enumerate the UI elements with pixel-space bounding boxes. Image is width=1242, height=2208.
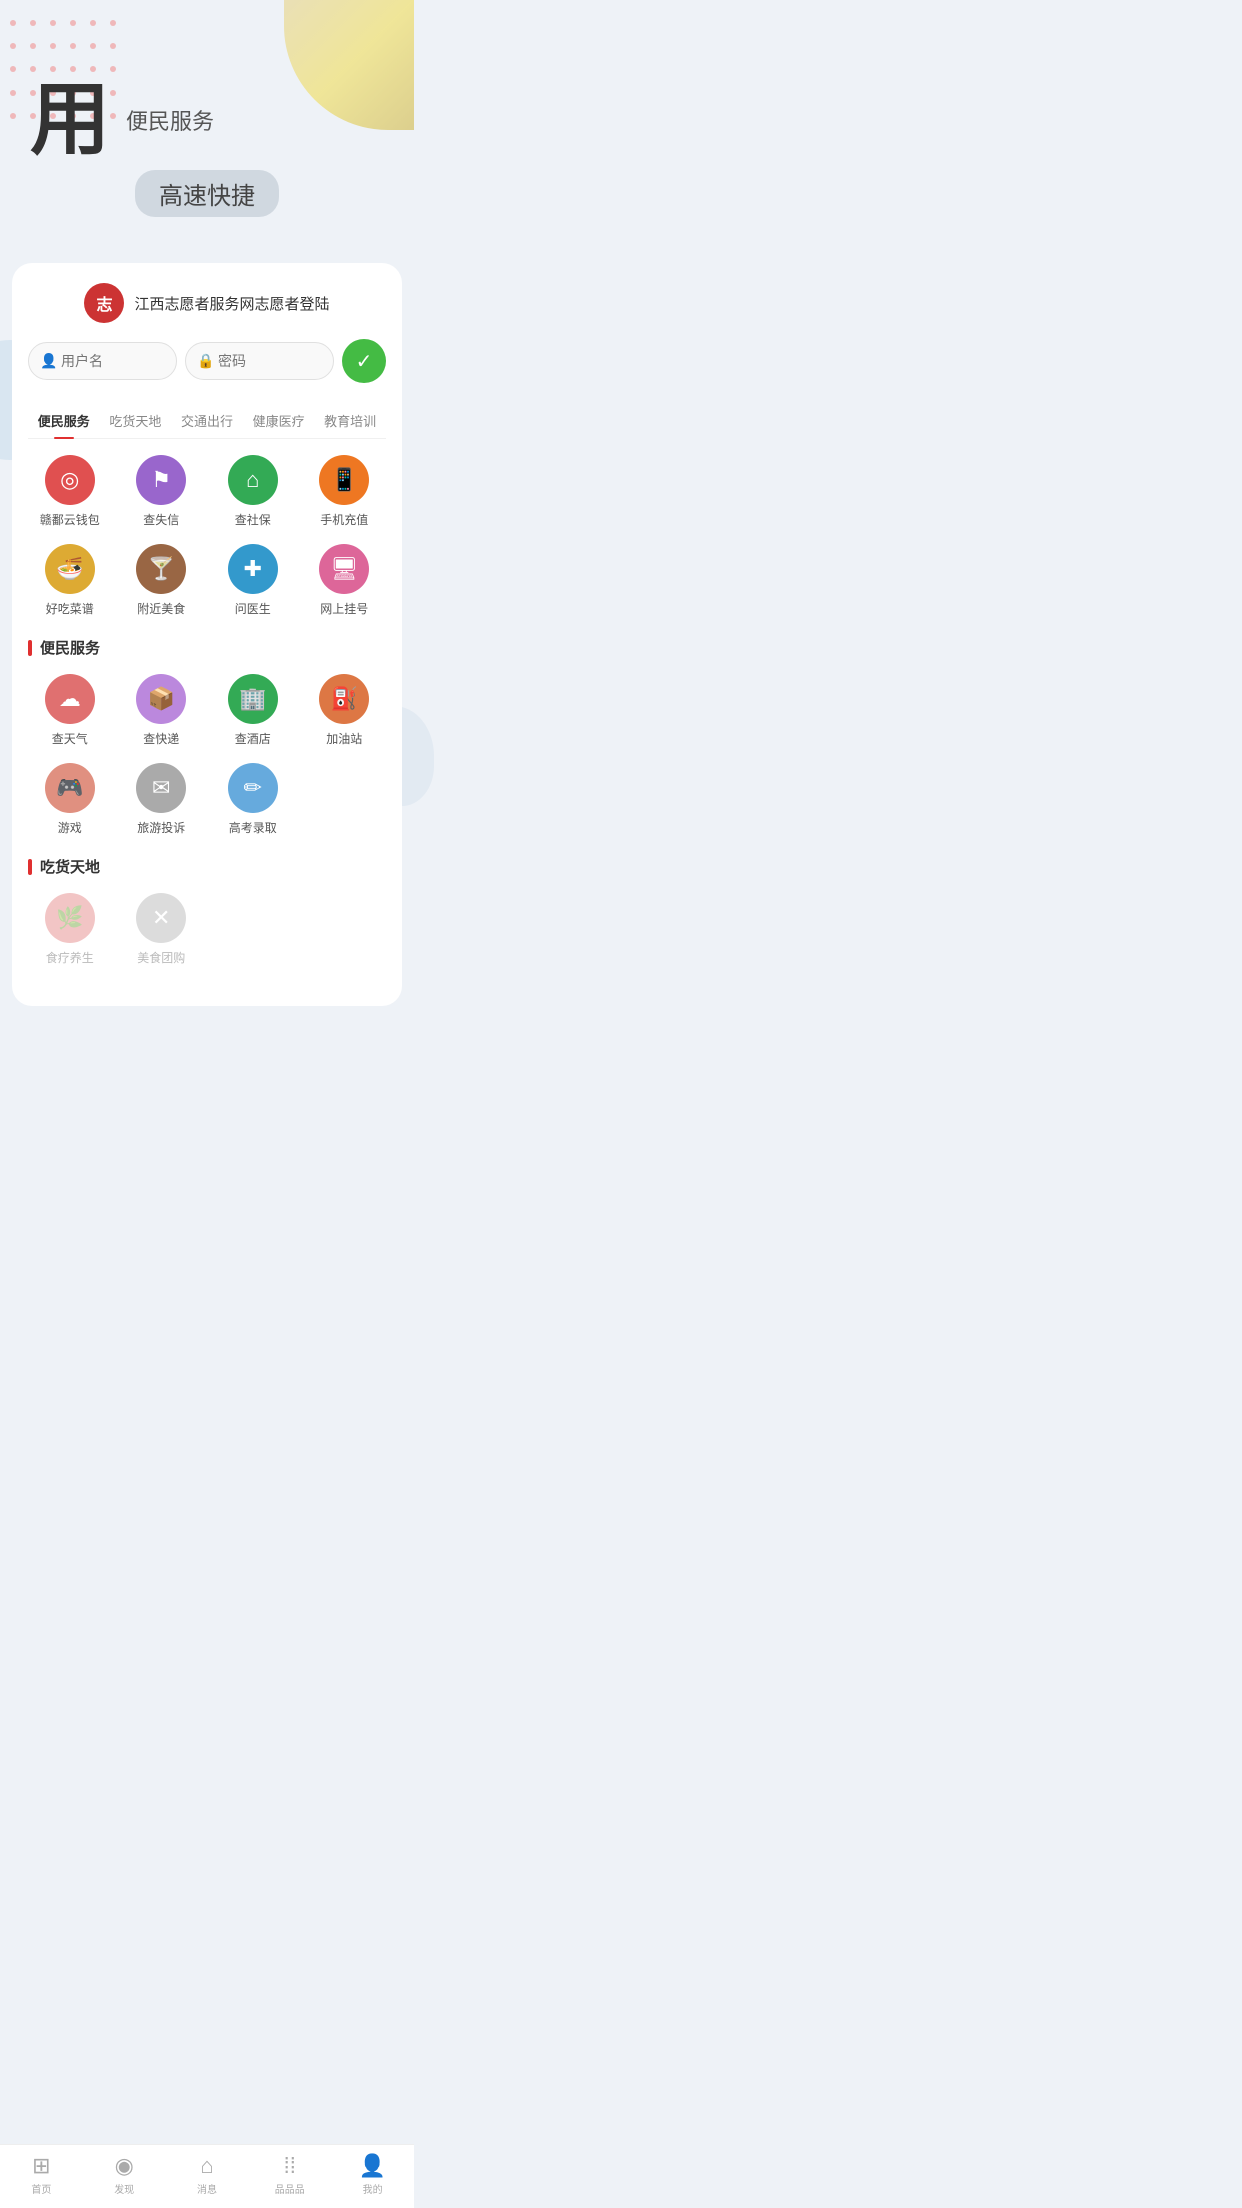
section1-title: 便民服务 [28,637,386,658]
service-icon-赣鄱云钱包: ◎ [45,455,95,505]
service-label-美食团购: 美食团购 [137,949,185,966]
login-header: 志 江西志愿者服务网志愿者登陆 [28,283,386,323]
service-label-手机充值: 手机充值 [320,511,368,528]
nav-item-消息[interactable]: ⌂ 消息 [166,2153,249,2196]
tab-便民服务[interactable]: 便民服务 [28,403,100,438]
service-item-食疗养生[interactable]: 🌿 食疗养生 [28,893,112,966]
service-icon-旅游投诉: ✉ [136,763,186,813]
nav-label-品品品: 品品品 [275,2181,305,2196]
service-item-问医生[interactable]: ✚ 问医生 [211,544,295,617]
service-item-高考录取[interactable]: ✏ 高考录取 [211,763,295,836]
hero-section: 用 便民服务 高速快捷 [0,0,414,247]
service-icon-问医生: ✚ [228,544,278,594]
nav-item-首页[interactable]: ⊞ 首页 [0,2153,83,2196]
service-label-查失信: 查失信 [143,511,179,528]
service-icon-查失信: ⚑ [136,455,186,505]
service-label-游戏: 游戏 [58,819,82,836]
service-icon-食疗养生: 🌿 [45,893,95,943]
service-icon-美食团购: ✕ [136,893,186,943]
password-wrapper: 🔒 [185,342,334,380]
lock-icon: 🔒 [197,353,214,370]
service-label-好吃菜谱: 好吃菜谱 [46,600,94,617]
hero-char: 用 [30,80,110,160]
service-label-附近美食: 附近美食 [137,600,185,617]
service-item-游戏[interactable]: 🎮 游戏 [28,763,112,836]
service-icon-附近美食: 🍸 [136,544,186,594]
section2-title: 吃货天地 [28,856,386,877]
hero-sub1: 便民服务 [126,104,214,136]
service-label-加油站: 加油站 [326,730,362,747]
service-item-美食团购[interactable]: ✕ 美食团购 [120,893,204,966]
service-label-查社保: 查社保 [235,511,271,528]
service-label-问医生: 问医生 [235,600,271,617]
quick-services-grid: ◎ 赣鄱云钱包 ⚑ 查失信 ⌂ 查社保 📱 手机充值 🍜 好吃菜谱 🍸 附近美食 ✚ 问医生 🖥 网上挂号 [28,455,386,617]
bottom-nav: ⊞ 首页 ◉ 发现 ⌂ 消息 ⁞⁞ 品品品 👤 我的 [0,2144,414,2208]
service-item-手机充值[interactable]: 📱 手机充值 [303,455,387,528]
nav-item-我的[interactable]: 👤 我的 [331,2153,414,2196]
service-item-查天气[interactable]: ☁ 查天气 [28,674,112,747]
service-label-赣鄱云钱包: 赣鄱云钱包 [40,511,100,528]
service-label-食疗养生: 食疗养生 [46,949,94,966]
login-logo: 志 [84,283,124,323]
tab-吃货天地[interactable]: 吃货天地 [100,403,172,438]
nav-label-我的: 我的 [363,2181,383,2196]
tab-交通出行[interactable]: 交通出行 [171,403,243,438]
service-item-查快递[interactable]: 📦 查快递 [120,674,204,747]
tab-健康医疗[interactable]: 健康医疗 [243,403,315,438]
hero-sub2: 高速快捷 [135,170,279,217]
section2-grid: 🌿 食疗养生 ✕ 美食团购 [28,893,386,966]
service-item-查酒店[interactable]: 🏢 查酒店 [211,674,295,747]
service-item-附近美食[interactable]: 🍸 附近美食 [120,544,204,617]
login-logo-text: 志 [96,291,112,315]
service-item-旅游投诉[interactable]: ✉ 旅游投诉 [120,763,204,836]
service-item-网上挂号[interactable]: 🖥 网上挂号 [303,544,387,617]
service-icon-查社保: ⌂ [228,455,278,505]
nav-icon-品品品: ⁞⁞ [284,2153,296,2179]
nav-label-消息: 消息 [197,2181,217,2196]
login-title: 江西志愿者服务网志愿者登陆 [134,293,329,314]
service-label-高考录取: 高考录取 [229,819,277,836]
service-icon-手机充值: 📱 [319,455,369,505]
login-button[interactable]: ✓ [342,339,386,383]
section1-grid: ☁ 查天气 📦 查快递 🏢 查酒店 ⛽ 加油站 🎮 游戏 ✉ 旅游投诉 ✏ 高考录取 [28,674,386,836]
service-icon-加油站: ⛽ [319,674,369,724]
service-label-旅游投诉: 旅游投诉 [137,819,185,836]
service-icon-好吃菜谱: 🍜 [45,544,95,594]
user-icon: 👤 [40,353,57,370]
service-item-查失信[interactable]: ⚑ 查失信 [120,455,204,528]
service-icon-查快递: 📦 [136,674,186,724]
service-item-赣鄱云钱包[interactable]: ◎ 赣鄱云钱包 [28,455,112,528]
main-card: 志 江西志愿者服务网志愿者登陆 👤 🔒 ✓ 便民服务 吃货天地 交通出行 健康医… [12,263,402,1006]
service-item-查社保[interactable]: ⌂ 查社保 [211,455,295,528]
nav-icon-消息: ⌂ [200,2153,213,2179]
service-label-查酒店: 查酒店 [235,730,271,747]
service-item-加油站[interactable]: ⛽ 加油站 [303,674,387,747]
nav-icon-发现: ◉ [115,2153,134,2179]
nav-item-品品品[interactable]: ⁞⁞ 品品品 [248,2153,331,2196]
service-icon-高考录取: ✏ [228,763,278,813]
service-label-网上挂号: 网上挂号 [320,600,368,617]
service-icon-网上挂号: 🖥 [319,544,369,594]
service-tabs: 便民服务 吃货天地 交通出行 健康医疗 教育培训 [28,403,386,439]
nav-item-发现[interactable]: ◉ 发现 [83,2153,166,2196]
tab-教育培训[interactable]: 教育培训 [314,403,386,438]
username-wrapper: 👤 [28,342,177,380]
service-label-查天气: 查天气 [52,730,88,747]
nav-icon-首页: ⊞ [32,2153,50,2179]
nav-label-首页: 首页 [31,2181,51,2196]
service-label-查快递: 查快递 [143,730,179,747]
nav-label-发现: 发现 [114,2181,134,2196]
service-icon-查酒店: 🏢 [228,674,278,724]
service-icon-游戏: 🎮 [45,763,95,813]
login-fields: 👤 🔒 ✓ [28,339,386,383]
service-item-好吃菜谱[interactable]: 🍜 好吃菜谱 [28,544,112,617]
service-icon-查天气: ☁ [45,674,95,724]
nav-icon-我的: 👤 [359,2153,386,2179]
